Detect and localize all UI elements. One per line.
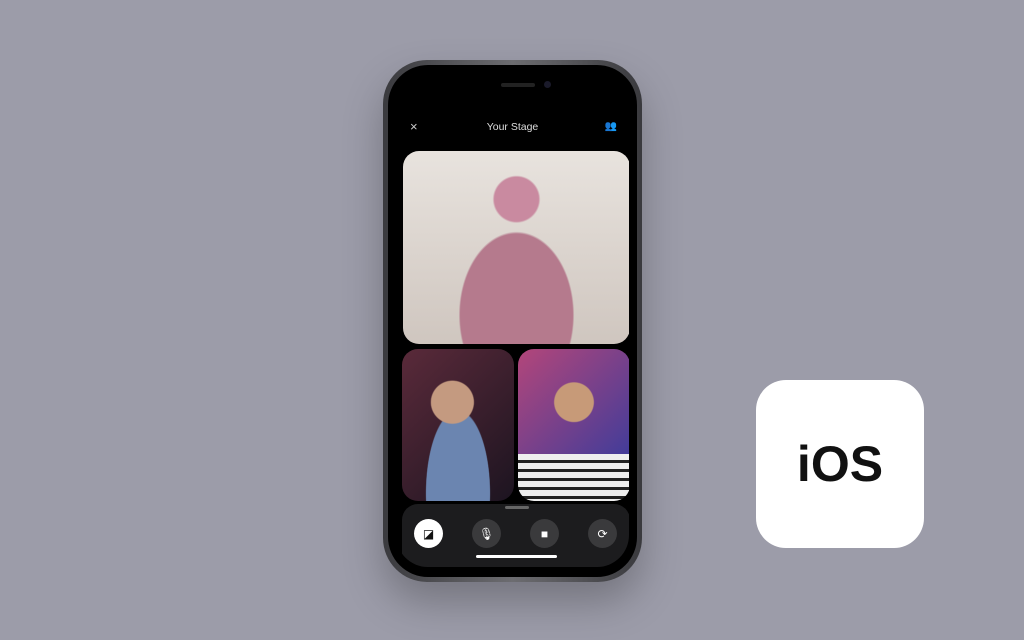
microphone-icon: 🎙	[478, 526, 495, 541]
close-icon[interactable]: ×	[410, 115, 418, 139]
microphone-button[interactable]: 🎙	[472, 519, 501, 548]
phone-bezel: × Your Stage 👥 ◪ 🎙 ■ ⟳	[388, 65, 637, 577]
camera-icon: ■	[540, 526, 549, 541]
screen-share-off-button[interactable]: ◪	[414, 519, 443, 548]
stage-header: × Your Stage 👥	[396, 115, 629, 139]
flip-camera-icon: ⟳	[597, 526, 608, 541]
front-camera	[544, 81, 551, 88]
camera-button[interactable]: ■	[530, 519, 559, 548]
participants-icon[interactable]: 👥	[605, 115, 617, 139]
drag-handle[interactable]	[505, 506, 529, 509]
phone-frame: × Your Stage 👥 ◪ 🎙 ■ ⟳	[383, 60, 642, 582]
video-tile-main[interactable]	[403, 151, 629, 344]
page-title: Your Stage	[486, 121, 539, 133]
video-tile-right[interactable]	[518, 349, 629, 501]
phone-screen: × Your Stage 👥 ◪ 🎙 ■ ⟳	[396, 75, 629, 567]
screen-share-off-icon: ◪	[422, 526, 435, 541]
flip-camera-button[interactable]: ⟳	[588, 519, 617, 548]
video-tile-left[interactable]	[402, 349, 514, 501]
ios-badge: iOS	[756, 380, 924, 548]
home-indicator[interactable]	[476, 555, 557, 558]
speaker	[501, 83, 535, 87]
ios-label: iOS	[796, 436, 884, 492]
